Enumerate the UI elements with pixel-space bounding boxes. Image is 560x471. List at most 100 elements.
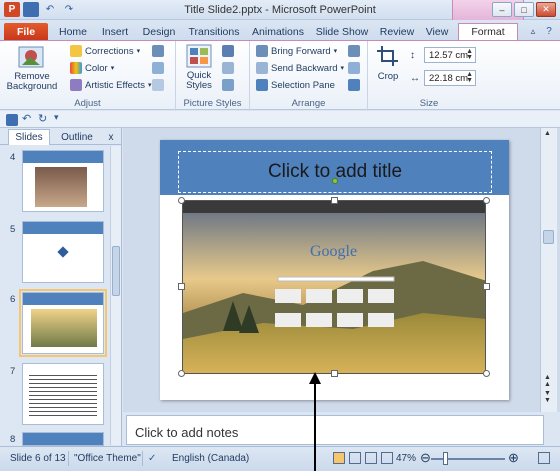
zoom-in-icon[interactable]: ⊕ [508,450,519,466]
picture-border-icon[interactable] [222,45,234,57]
zoom-slider-thumb[interactable] [443,452,448,465]
quick-styles-icon[interactable] [186,44,212,68]
thumbnail-number: 8 [10,434,16,445]
resize-handle-bottom-left[interactable] [178,370,185,377]
crop-icon[interactable] [376,45,400,67]
status-bar: Slide 6 of 13 "Office Theme" ✓ English (… [0,446,560,471]
height-spin-arrows[interactable]: ▲ ▼ [466,48,473,61]
zoom-level[interactable]: 47% [396,453,416,464]
reset-picture-icon[interactable] [152,79,164,91]
rotate-icon[interactable] [348,79,360,91]
height-icon: ↕ [410,50,415,61]
slide-thumbnail[interactable] [22,221,104,283]
resize-handle-bottom[interactable] [331,370,338,377]
notes-placeholder: Click to add notes [135,425,239,440]
tab-transitions[interactable]: Transitions [186,23,242,40]
width-input[interactable]: 22.18 cm ▲ ▼ [424,70,476,86]
resize-handle-right[interactable] [483,283,490,290]
tab-home[interactable]: Home [56,23,90,40]
maximize-button[interactable]: □ [514,2,534,17]
qat-undo-icon[interactable]: ↶ [22,112,31,125]
help-icon[interactable]: ? [542,23,556,40]
send-backward-button[interactable]: Send Backward ▾ [256,62,344,74]
editor-scrollbar[interactable]: ▲ ▲ ▲ ▼ ▼ [540,128,557,412]
tab-slides[interactable]: Slides [8,129,50,145]
notes-pane[interactable]: Click to add notes [126,415,544,445]
compress-pictures-icon[interactable] [152,45,164,57]
next-slide-icon[interactable]: ▼ ▼ [544,390,551,404]
selected-picture[interactable]: Google [182,200,486,374]
slide-thumbnail[interactable] [22,150,104,212]
spell-check-icon[interactable]: ✓ [148,453,156,464]
width-value: 22.18 cm [429,72,469,84]
scroll-up-icon[interactable]: ▲ [544,130,551,137]
tab-review[interactable]: Review [378,23,416,40]
powerpoint-logo-icon[interactable]: P [4,2,20,17]
artistic-effects-button[interactable]: Artistic Effects ▾ [70,79,152,91]
tab-animations[interactable]: Animations [250,23,306,40]
crop-label[interactable]: Crop [370,72,406,82]
zoom-out-icon[interactable]: ⊖ [420,450,431,466]
selection-pane-label: Selection Pane [271,79,335,91]
color-label: Color [85,62,108,74]
close-panel-icon[interactable]: x [104,129,118,145]
slide-sorter-view-icon[interactable] [349,452,361,464]
tab-slide-show[interactable]: Slide Show [314,23,370,40]
quick-styles-label[interactable]: Quick Styles [176,71,222,91]
redo-icon[interactable]: ↷ [61,2,77,17]
close-button[interactable]: ✕ [536,2,556,17]
slides-panel-scroll-thumb[interactable] [112,246,120,296]
fit-slide-icon[interactable] [538,452,550,464]
resize-handle-left[interactable] [178,283,185,290]
normal-view-icon[interactable] [333,452,345,464]
title-quick-access: P ↶ ↷ [4,2,77,17]
resize-handle-bottom-right[interactable] [483,370,490,377]
undo-icon[interactable]: ↶ [42,2,58,17]
picture-layout-icon[interactable] [222,79,234,91]
minimize-ribbon-icon[interactable]: ▵ [526,23,540,40]
bring-forward-button[interactable]: Bring Forward ▾ [256,45,337,57]
align-icon[interactable] [348,45,360,57]
tab-design[interactable]: Design [140,23,178,40]
height-input[interactable]: 12.57 cm ▲ ▼ [424,47,476,63]
tab-outline[interactable]: Outline [54,129,100,145]
slides-panel-scrollbar[interactable] [110,146,121,445]
resize-handle-top-right[interactable] [483,197,490,204]
slide-thumbnail[interactable] [22,432,104,446]
rotation-handle[interactable] [332,178,338,184]
title-placeholder[interactable]: Click to add title [178,151,492,193]
picture-effects-icon[interactable] [222,62,234,74]
previous-slide-icon[interactable]: ▲ ▲ [544,374,551,388]
change-picture-icon[interactable] [152,62,164,74]
thumbnail-picture [35,167,87,207]
width-spin-arrows[interactable]: ▲ ▼ [466,71,473,84]
color-button[interactable]: Color ▾ [70,62,114,74]
minimize-button[interactable]: – [492,2,512,17]
quick-access-toolbar: ↶ ↻ ▾ [0,111,560,128]
corrections-button[interactable]: Corrections ▾ [70,45,140,57]
slide-thumbnail[interactable] [22,363,104,425]
save-icon[interactable] [23,2,39,17]
tab-view[interactable]: View [422,23,452,40]
slide-canvas[interactable]: Click to add title Google [160,140,509,400]
slide-show-view-icon[interactable] [381,452,393,464]
editor-scroll-thumb[interactable] [543,230,554,244]
resize-handle-top-left[interactable] [178,197,185,204]
tab-insert[interactable]: Insert [98,23,132,40]
qat-save-icon[interactable] [6,114,18,126]
reading-view-icon[interactable] [365,452,377,464]
window-title: Title Slide2.pptx - Microsoft PowerPoint [184,4,376,16]
qat-redo-icon[interactable]: ↻ [38,112,47,125]
group-objects-icon[interactable] [348,62,360,74]
tab-file[interactable]: File [4,23,48,40]
qat-customize-icon[interactable]: ▾ [54,112,59,123]
tile [275,313,301,327]
tab-format[interactable]: Format [458,23,518,40]
remove-background-label[interactable]: Remove Background [2,72,62,92]
resize-handle-top[interactable] [331,197,338,204]
send-backward-label: Send Backward [271,62,338,74]
slide-thumbnail-selected[interactable] [19,289,107,357]
remove-background-icon[interactable] [16,45,46,71]
artistic-effects-icon [70,79,82,91]
selection-pane-button[interactable]: Selection Pane [256,79,335,91]
